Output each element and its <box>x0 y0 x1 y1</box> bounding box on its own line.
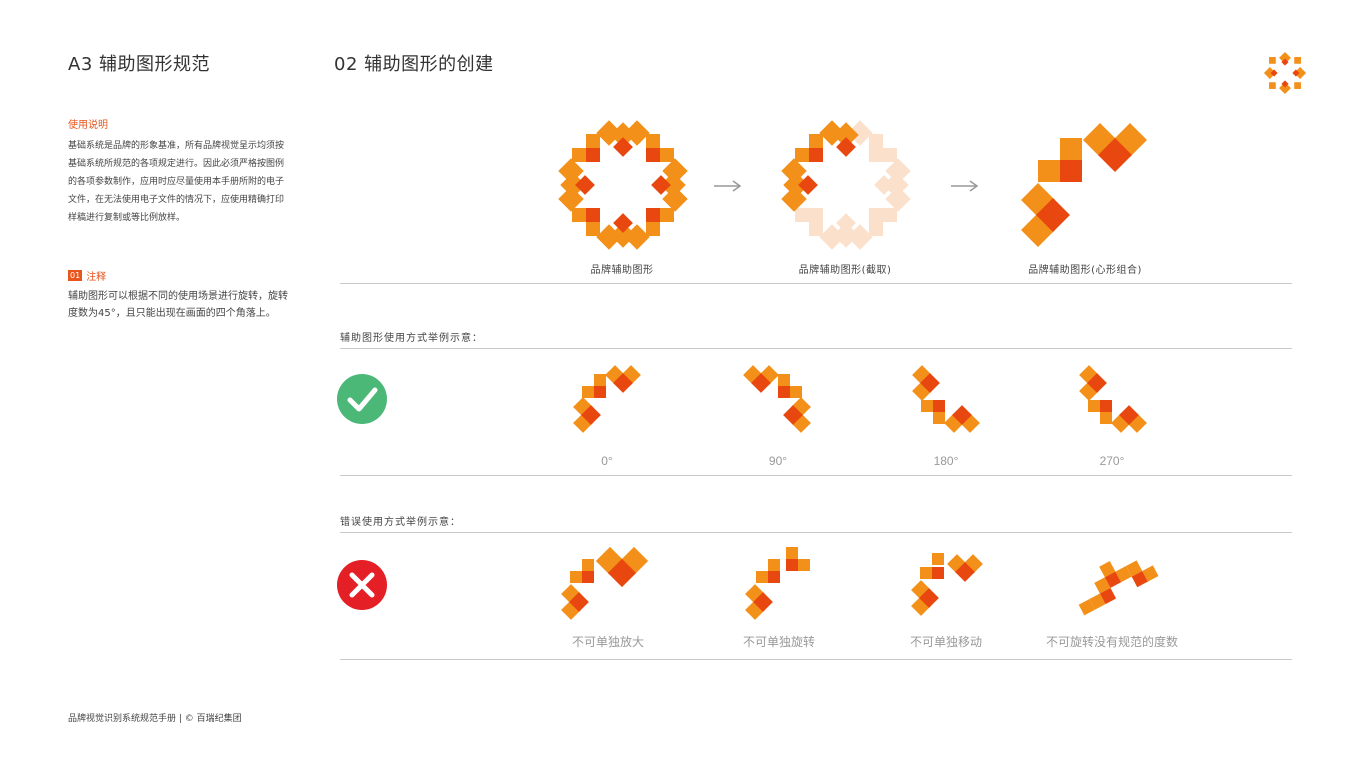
usage-heading: 使用说明 <box>68 120 108 131</box>
corner-pattern-90-icon <box>743 365 811 433</box>
page-heading: 02 辅助图形的创建 <box>334 54 494 75</box>
divider <box>340 659 1292 660</box>
corner-pattern-180-icon <box>912 365 980 433</box>
incorrect-usage-label: 错误使用方式举例示意： <box>340 517 461 528</box>
divider <box>340 283 1292 284</box>
check-icon <box>337 374 387 424</box>
corner-pattern-0-icon <box>573 365 641 433</box>
heart-combination-icon <box>1021 123 1147 247</box>
note-body: 辅助图形可以根据不同的使用场景进行旋转，旋转度数为45°，且只能出现在画面的四个… <box>68 291 288 319</box>
angle-label-180: 180° <box>933 454 959 468</box>
section-title: A3 辅助图形规范 <box>68 54 210 75</box>
usage-body: 基础系统是品牌的形象基准，所有品牌视觉呈示均须按基础系统所规范的各项规定进行。因… <box>68 141 285 223</box>
caption-full-pattern: 品牌辅助图形 <box>590 265 654 276</box>
wrong-caption-angle: 不可旋转没有规范的度数 <box>1045 635 1178 649</box>
wrong-moved-icon <box>911 553 983 616</box>
caption-heart-pattern: 品牌辅助图形(心形组合) <box>1028 265 1142 276</box>
angle-label-270: 270° <box>1099 454 1125 468</box>
correct-usage-label: 辅助图形使用方式举例示意： <box>340 333 483 344</box>
logo-icon <box>1263 51 1307 95</box>
cropped-pattern-icon <box>781 120 911 250</box>
arrow-right-icon <box>714 180 742 192</box>
note-heading-text: 注释 <box>86 272 107 283</box>
full-pattern-icon <box>558 120 688 250</box>
corner-pattern-270-icon <box>1079 365 1147 433</box>
note-number: 01 <box>68 270 83 281</box>
divider <box>340 348 1292 349</box>
angle-label-0: 0° <box>601 454 613 468</box>
wrong-rotated-icon <box>745 547 810 620</box>
arrow-right-icon <box>951 180 979 192</box>
wrong-caption-enlarge: 不可单独放大 <box>571 635 644 649</box>
cross-icon <box>337 560 387 610</box>
caption-cropped-pattern: 品牌辅助图形(截取) <box>798 265 892 276</box>
divider <box>340 532 1292 533</box>
note-heading: 01 注释 <box>68 268 106 283</box>
wrong-angle-icon <box>1078 560 1159 616</box>
wrong-enlarged-icon <box>561 546 649 620</box>
angle-label-90: 90° <box>768 454 788 468</box>
footer-text: 品牌视觉识别系统规范手册 | © 百瑞纪集团 <box>68 714 242 724</box>
divider <box>340 475 1292 476</box>
